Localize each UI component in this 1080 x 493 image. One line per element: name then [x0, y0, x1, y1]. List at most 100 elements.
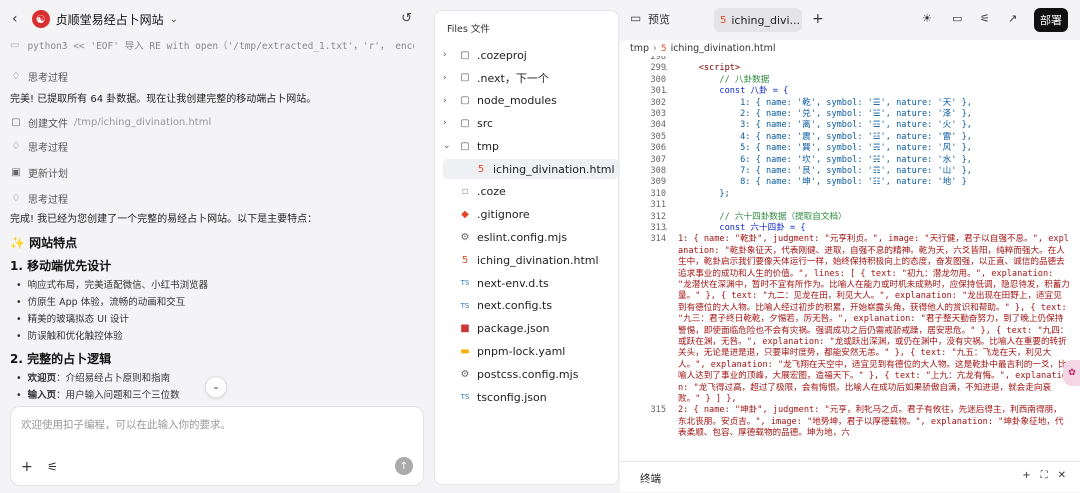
thinking-step[interactable]: ♢ 思考过程: [10, 191, 68, 206]
file-item[interactable]: TS tsconfig.json: [443, 387, 618, 407]
ts-icon: TS: [460, 279, 470, 287]
code-line: <script>: [678, 63, 741, 74]
preview-icon[interactable]: ▭: [630, 11, 641, 25]
editor-panel: ▭ 预览 5 iching_divi... + ☀ ▭ ⚟ ↗ 部署 tmp ›…: [620, 0, 1080, 493]
history-icon[interactable]: ↺: [401, 11, 412, 26]
line-number: 298: [650, 56, 666, 62]
lock-icon: ▬: [460, 345, 470, 357]
thinking-label: 思考过程: [28, 73, 68, 84]
file-name: postcss.config.mjs: [477, 367, 579, 381]
thinking-step[interactable]: ♢ 思考过程: [10, 139, 68, 154]
code-line: 7: { name: '艮', symbol: '☶', nature: '山'…: [678, 166, 972, 176]
fold-chevron-icon[interactable]: ⌄: [664, 87, 668, 95]
folder-item[interactable]: › ▢ .next，下一个: [443, 68, 618, 88]
heading-logic: 2. 完整的占卜逻辑: [10, 352, 112, 366]
chat-input-box[interactable]: 欢迎使用扣子编程，可以在此输入你的要求。 + ⚟ ↑: [10, 406, 424, 486]
file-item[interactable]: ▫ .coze: [443, 182, 618, 202]
floating-assistant-icon[interactable]: ✿: [1063, 360, 1080, 386]
file-item[interactable]: ⚙ postcss.config.mjs: [443, 364, 618, 384]
file-item[interactable]: 5 iching_divination.html: [443, 250, 618, 270]
folder-item[interactable]: › ▢ .cozeproj: [443, 45, 618, 65]
section-title: ✨ 网站特点: [10, 236, 78, 250]
breadcrumb-folder[interactable]: tmp: [630, 43, 649, 54]
file-name: iching_divination.html: [493, 162, 615, 176]
file-item[interactable]: 5 iching_divination.html: [443, 159, 618, 179]
chat-messages[interactable]: ▭ 执行命令 python3 << 'EOF' 导入 RE with open（…: [0, 38, 424, 401]
file-item[interactable]: ◆ .gitignore: [443, 205, 618, 225]
folder-item[interactable]: › ▢ src: [443, 113, 618, 133]
folder-item[interactable]: › ▢ node_modules: [443, 91, 618, 111]
file-name: tsconfig.json: [477, 390, 547, 404]
command-line: python3 << 'EOF' 导入 RE with open（'/tmp/e…: [27, 41, 414, 52]
file-name: next-env.d.ts: [477, 276, 549, 290]
open-external-icon[interactable]: ↗: [1008, 12, 1017, 25]
fold-chevron-icon[interactable]: ⌄: [664, 64, 668, 72]
file-icon: ▫: [461, 186, 469, 198]
code-line: 1: { name: '乾', symbol: '☰', nature: '天'…: [678, 97, 972, 108]
deploy-button[interactable]: 部署: [1034, 8, 1068, 32]
update-plan-step[interactable]: ▣ 更新计划: [10, 165, 68, 180]
code-line: // 六十四卦数据（提取自文档）: [678, 211, 847, 222]
file-item[interactable]: ▬ pnpm-lock.yaml: [443, 341, 618, 361]
sun-icon[interactable]: ☀: [922, 12, 932, 25]
file-item[interactable]: ■ package.json: [443, 319, 618, 339]
project-title[interactable]: 贞顺堂易经占卜网站: [56, 11, 164, 28]
lightbulb-icon: ♢: [11, 193, 21, 204]
ts-icon: TS: [460, 393, 470, 401]
line-number: 304: [650, 120, 666, 131]
sliders-icon[interactable]: ⚟: [980, 12, 990, 25]
file-name: src: [477, 116, 494, 130]
line-number: 314: [650, 234, 666, 245]
code-panel: tmp › 5 iching_divination.html 298 299 ⌄ 30…: [620, 40, 1080, 492]
file-item[interactable]: TS next-env.d.ts: [443, 273, 618, 293]
file-name: .coze: [477, 185, 506, 199]
create-file-step[interactable]: ▢ 创建文件 /tmp/iching_divination.html: [10, 115, 211, 130]
chevron-down-icon[interactable]: ⌄: [170, 14, 178, 25]
close-icon[interactable]: ✕: [1058, 470, 1066, 481]
html5-icon: 5: [720, 14, 727, 26]
add-tab-icon[interactable]: +: [812, 11, 824, 27]
html5-icon: 5: [660, 43, 667, 54]
tab-preview[interactable]: 预览: [648, 11, 670, 27]
code-editor[interactable]: <script> // 八卦数据 const 八卦 = { 1: { name:…: [674, 56, 1074, 462]
fold-chevron-icon[interactable]: ⌄: [664, 224, 668, 232]
chevron-right-icon: ›: [443, 95, 447, 106]
file-explorer: Files 文件 › ▢ .cozeproj › ▢ .next，下一个 › ▢ node_mo…: [434, 10, 619, 485]
line-number: 303: [650, 109, 666, 119]
line-number: 309: [650, 177, 666, 188]
maximize-icon[interactable]: ⛶: [1041, 470, 1048, 481]
thinking-step[interactable]: ♢ 思考过程: [10, 69, 68, 84]
breadcrumb-file[interactable]: iching_divination.html: [671, 43, 776, 54]
chevron-right-icon: ›: [443, 50, 447, 60]
terminal-label[interactable]: 终端: [640, 471, 661, 486]
list-item: 防误触和优化触控体验: [16, 330, 208, 343]
code-line: 1: { name: "乾卦", judgment: "元亨利贞。", imag…: [678, 234, 1070, 405]
back-arrow-icon[interactable]: ‹: [12, 11, 18, 27]
file-item[interactable]: TS next.config.ts: [443, 296, 618, 316]
file-item[interactable]: ⚙ eslint.config.mjs: [443, 227, 618, 247]
add-terminal-icon[interactable]: +: [1022, 470, 1030, 481]
chat-header: ‹ ☯ 贞顺堂易经占卜网站 ⌄ ↺: [0, 0, 424, 38]
folder-icon: ▢: [460, 49, 470, 61]
plus-icon[interactable]: +: [21, 459, 33, 475]
line-number: 308: [650, 166, 666, 176]
scroll-down-button[interactable]: ⌄: [205, 376, 227, 398]
settings-sliders-icon[interactable]: ⚟: [47, 460, 58, 474]
chevron-down-icon: ⌄: [443, 141, 451, 152]
tab-file[interactable]: 5 iching_divi...: [714, 8, 802, 32]
line-number: 300: [650, 74, 666, 85]
create-file-label: 创建文件: [28, 119, 68, 130]
lightbulb-icon: ♢: [11, 141, 21, 152]
lightbulb-icon: ♢: [11, 71, 21, 82]
folder-icon[interactable]: ▭: [952, 12, 962, 25]
send-button[interactable]: ↑: [395, 457, 413, 475]
chat-input-placeholder[interactable]: 欢迎使用扣子编程，可以在此输入你的要求。: [21, 417, 231, 432]
line-number: 312: [650, 211, 666, 222]
html-icon: 5: [461, 254, 469, 266]
terminal-bar[interactable]: 终端 + ⛶ ✕: [620, 461, 1080, 492]
file-name: .cozeproj: [477, 48, 527, 62]
code-line: // 八卦数据: [678, 74, 770, 85]
folder-item[interactable]: ⌄ ▢ tmp: [443, 136, 618, 156]
folder-icon: ▢: [460, 95, 470, 107]
file-name: eslint.config.mjs: [477, 230, 568, 244]
